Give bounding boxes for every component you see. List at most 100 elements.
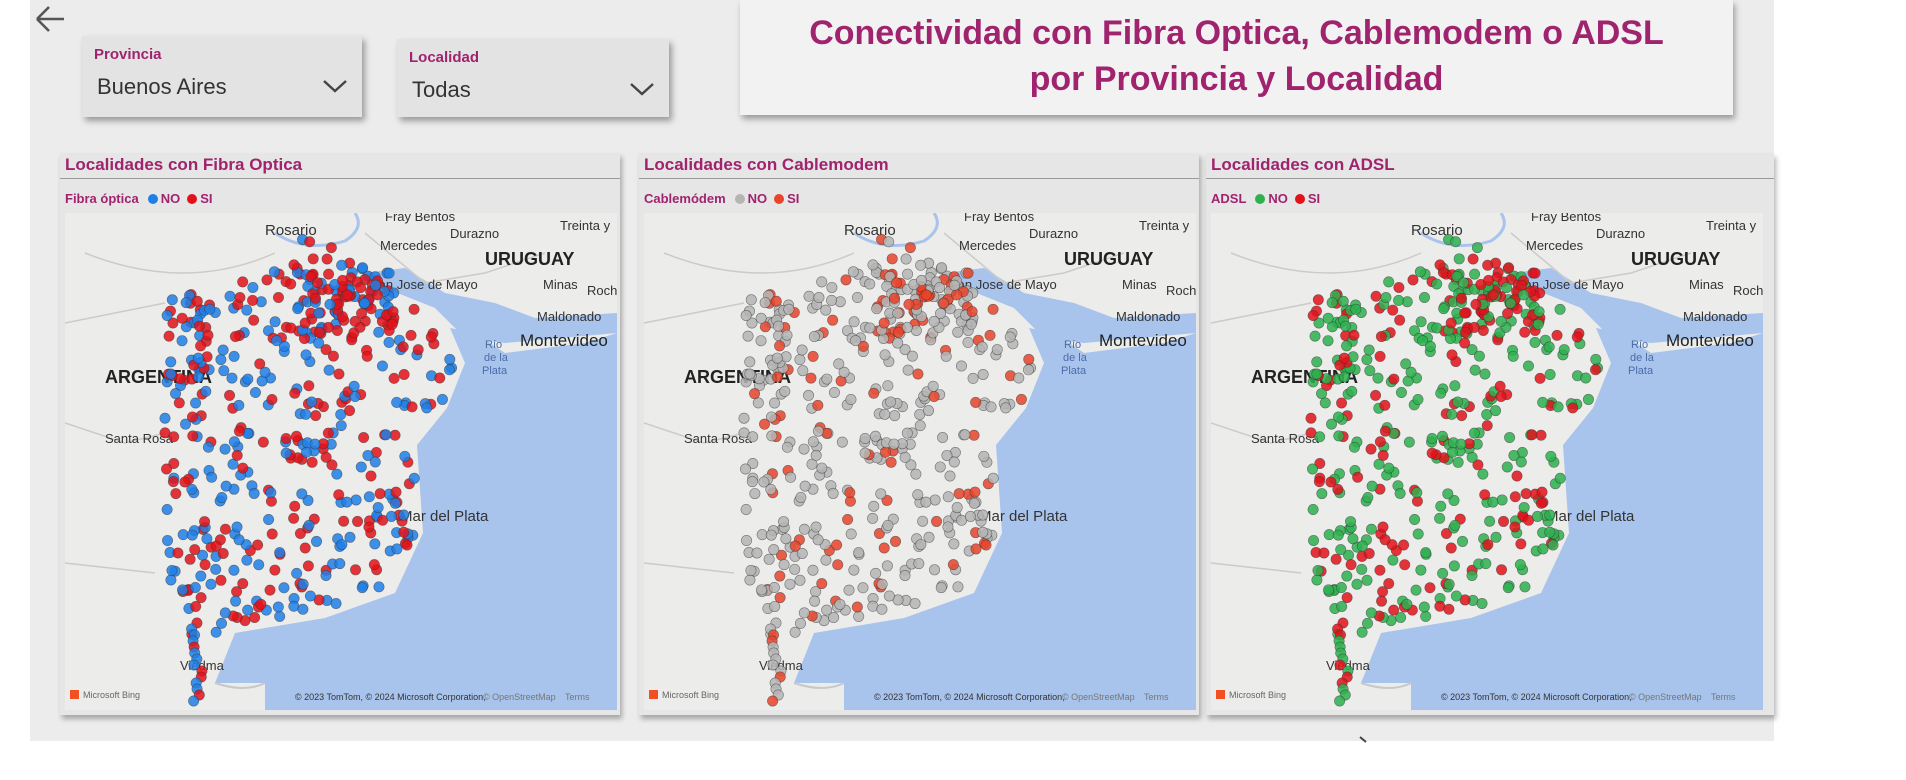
- locality-marker-si[interactable]: [1377, 449, 1389, 461]
- locality-marker-no[interactable]: [274, 610, 286, 622]
- locality-marker-no[interactable]: [917, 515, 929, 527]
- locality-marker-no[interactable]: [799, 480, 811, 492]
- map-cablemodem[interactable]: RosarioFray BentosDuraznoTreinta yMerced…: [644, 213, 1196, 710]
- locality-marker-no[interactable]: [914, 420, 926, 432]
- locality-marker-no[interactable]: [369, 456, 381, 468]
- locality-marker-si[interactable]: [938, 297, 950, 309]
- locality-marker-si[interactable]: [1536, 486, 1548, 498]
- locality-marker-si[interactable]: [325, 242, 337, 254]
- locality-marker-no[interactable]: [1468, 427, 1480, 439]
- locality-marker-no[interactable]: [1582, 393, 1594, 405]
- locality-marker-no[interactable]: [306, 396, 318, 408]
- locality-marker-no[interactable]: [834, 598, 846, 610]
- locality-marker-no[interactable]: [857, 582, 869, 594]
- locality-marker-no[interactable]: [1473, 350, 1485, 362]
- locality-marker-no[interactable]: [879, 408, 891, 420]
- locality-marker-no[interactable]: [166, 564, 178, 576]
- locality-marker-no[interactable]: [1455, 438, 1467, 450]
- locality-marker-si[interactable]: [247, 294, 259, 306]
- locality-marker-no[interactable]: [193, 371, 205, 383]
- locality-marker-no[interactable]: [892, 307, 904, 319]
- locality-marker-no[interactable]: [311, 535, 323, 547]
- locality-marker-no[interactable]: [745, 564, 757, 576]
- locality-marker-no[interactable]: [1531, 510, 1543, 522]
- locality-marker-no[interactable]: [763, 553, 775, 565]
- locality-marker-no[interactable]: [755, 335, 767, 347]
- locality-marker-no[interactable]: [755, 312, 767, 324]
- locality-marker-no[interactable]: [300, 408, 312, 420]
- locality-marker-si[interactable]: [237, 276, 249, 288]
- locality-marker-no[interactable]: [373, 326, 385, 338]
- locality-marker-si[interactable]: [290, 430, 302, 442]
- locality-marker-no[interactable]: [1322, 335, 1334, 347]
- locality-marker-si[interactable]: [1571, 331, 1583, 343]
- locality-marker-si[interactable]: [173, 397, 185, 409]
- locality-marker-no[interactable]: [768, 544, 780, 556]
- locality-marker-no[interactable]: [807, 436, 819, 448]
- map-adsl[interactable]: RosarioFray BentosDuraznoTreinta yMerced…: [1211, 213, 1763, 710]
- locality-marker-si[interactable]: [333, 368, 345, 380]
- locality-marker-no[interactable]: [210, 563, 222, 575]
- locality-marker-no[interactable]: [1554, 472, 1566, 484]
- locality-marker-no[interactable]: [1356, 540, 1368, 552]
- locality-marker-no[interactable]: [348, 380, 360, 392]
- locality-marker-no[interactable]: [359, 297, 371, 309]
- locality-marker-si[interactable]: [361, 350, 373, 362]
- locality-marker-no[interactable]: [1452, 456, 1464, 468]
- locality-marker-no[interactable]: [928, 315, 940, 327]
- locality-marker-no[interactable]: [190, 397, 202, 409]
- locality-marker-no[interactable]: [940, 350, 952, 362]
- locality-marker-si[interactable]: [341, 289, 353, 301]
- locality-marker-no[interactable]: [1365, 607, 1377, 619]
- locality-marker-si[interactable]: [313, 326, 325, 338]
- locality-marker-no[interactable]: [195, 570, 207, 582]
- locality-marker-si[interactable]: [1459, 326, 1471, 338]
- locality-marker-no[interactable]: [436, 393, 448, 405]
- locality-marker-no[interactable]: [833, 358, 845, 370]
- locality-marker-no[interactable]: [241, 304, 253, 316]
- locality-marker-no[interactable]: [798, 523, 810, 535]
- locality-marker-si[interactable]: [195, 592, 207, 604]
- locality-marker-no[interactable]: [741, 535, 753, 547]
- locality-marker-no[interactable]: [399, 450, 411, 462]
- locality-marker-no[interactable]: [1410, 584, 1422, 596]
- locality-marker-no[interactable]: [816, 276, 828, 288]
- locality-marker-no[interactable]: [1552, 401, 1564, 413]
- locality-marker-no[interactable]: [161, 310, 173, 322]
- locality-marker-no[interactable]: [336, 259, 348, 271]
- locality-marker-si[interactable]: [1526, 429, 1538, 441]
- locality-marker-no[interactable]: [869, 430, 881, 442]
- locality-marker-no[interactable]: [177, 529, 189, 541]
- locality-marker-si[interactable]: [920, 289, 932, 301]
- locality-marker-no[interactable]: [948, 279, 960, 291]
- locality-marker-si[interactable]: [1330, 553, 1342, 565]
- locality-marker-no[interactable]: [794, 574, 806, 586]
- locality-marker-si[interactable]: [280, 433, 292, 445]
- locality-marker-si[interactable]: [349, 315, 361, 327]
- locality-marker-no[interactable]: [303, 519, 315, 531]
- locality-marker-si[interactable]: [1313, 476, 1325, 488]
- locality-marker-no[interactable]: [1547, 539, 1559, 551]
- locality-marker-no[interactable]: [977, 368, 989, 380]
- locality-marker-no[interactable]: [202, 441, 214, 453]
- locality-marker-no[interactable]: [1339, 371, 1351, 383]
- locality-marker-si[interactable]: [190, 600, 202, 612]
- locality-marker-no[interactable]: [867, 512, 879, 524]
- locality-marker-si[interactable]: [266, 394, 278, 406]
- locality-marker-no[interactable]: [929, 494, 941, 506]
- locality-marker-si[interactable]: [321, 253, 333, 265]
- locality-marker-no[interactable]: [783, 303, 795, 315]
- locality-marker-si[interactable]: [355, 282, 367, 294]
- locality-marker-no[interactable]: [1507, 350, 1519, 362]
- locality-marker-no[interactable]: [1323, 529, 1335, 541]
- locality-marker-no[interactable]: [1418, 291, 1430, 303]
- locality-marker-no[interactable]: [875, 488, 887, 500]
- locality-marker-no[interactable]: [444, 364, 456, 376]
- locality-marker-no[interactable]: [1333, 430, 1345, 442]
- locality-marker-si[interactable]: [987, 303, 999, 315]
- locality-marker-si[interactable]: [237, 578, 249, 590]
- locality-marker-si[interactable]: [233, 425, 245, 437]
- locality-marker-si[interactable]: [390, 486, 402, 498]
- locality-marker-no[interactable]: [1517, 289, 1529, 301]
- locality-marker-no[interactable]: [1545, 450, 1557, 462]
